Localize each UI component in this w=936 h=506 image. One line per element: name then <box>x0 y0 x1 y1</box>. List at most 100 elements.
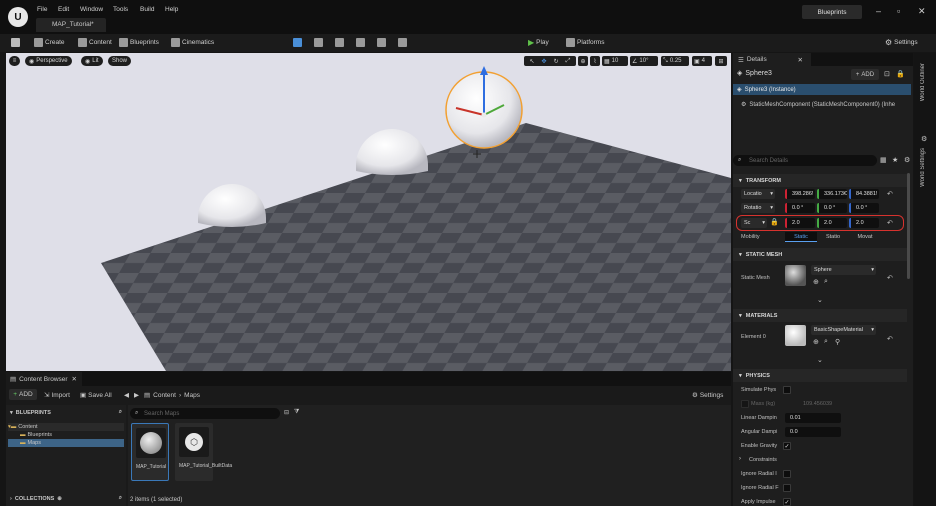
history-back-icon[interactable]: ◀ <box>124 391 129 399</box>
save-icon[interactable] <box>11 38 20 47</box>
cb-add-button[interactable]: + ADD <box>9 389 37 400</box>
transform-tools[interactable]: ↖ ✥ ↻ ⤢ <box>524 56 576 66</box>
rotation-x[interactable]: 0.0 ° <box>785 203 815 213</box>
details-scrollbar[interactable] <box>907 173 910 279</box>
constraints-label[interactable]: Constraints <box>749 457 777 463</box>
enable-gravity-checkbox[interactable]: ✓ <box>783 442 791 450</box>
rotate-tool-icon[interactable]: ↻ <box>554 58 559 65</box>
maximize-icon[interactable]: ▫ <box>897 6 900 16</box>
constraints-expand-icon[interactable]: › <box>739 456 741 462</box>
reset-scale-icon[interactable]: ↶ <box>887 219 893 227</box>
mass-override-checkbox[interactable] <box>741 400 749 408</box>
fracture-mode-icon[interactable] <box>398 38 407 47</box>
location-z[interactable]: 84.3881! <box>849 189 879 199</box>
asset-map-tutorial[interactable]: MAP_Tutorial <box>131 423 169 481</box>
angular-damping-input[interactable]: 0.0 <box>785 427 841 437</box>
browse-icon[interactable]: ⌕ <box>824 278 828 286</box>
mobility-static[interactable]: Static <box>785 232 817 242</box>
cb-settings-button[interactable]: ⚙ Settings <box>692 391 723 400</box>
settings-button[interactable]: ⚙ Settings <box>885 38 918 47</box>
reset-location-icon[interactable]: ↶ <box>887 190 893 198</box>
maximize-viewport-icon[interactable]: ⊞ <box>715 56 727 66</box>
static-mesh-dropdown[interactable]: Sphere ▾ <box>811 265 876 275</box>
asset-map-tutorial-builtdata[interactable]: ⬡ MAP_Tutorial_BuiltData <box>175 423 232 481</box>
world-space-icon[interactable]: ⊕ <box>578 56 588 66</box>
reset-material-icon[interactable]: ↶ <box>887 335 893 343</box>
component-root[interactable]: ◈ Sphere3 (Instance) <box>733 84 911 95</box>
rotation-dropdown[interactable]: Rotatio ▾ <box>741 203 775 213</box>
play-button[interactable]: ▶ Play <box>528 38 549 47</box>
expand-chevron-icon[interactable]: ⌄ <box>817 356 823 364</box>
platforms-button[interactable]: Platforms <box>566 38 604 47</box>
lit-button[interactable]: ◉ Lit <box>81 56 103 66</box>
angle-snap-button[interactable]: ∠ 10° <box>630 56 658 66</box>
details-search-input[interactable]: Search Details <box>733 155 877 166</box>
create-button[interactable]: Create <box>34 38 65 47</box>
blueprint-script-icon[interactable]: ⊡ <box>884 70 890 78</box>
scale-tool-icon[interactable]: ⤢ <box>566 58 571 65</box>
grid-snap-button[interactable]: ▦ 10 <box>602 56 628 66</box>
favorites-icon[interactable]: ★ <box>892 156 898 164</box>
select-mode-icon[interactable] <box>293 38 302 47</box>
ignore-radial-force-checkbox[interactable] <box>783 484 791 492</box>
use-selected-material-icon[interactable]: ⊕ <box>813 338 819 346</box>
close-cb-icon[interactable]: ✕ <box>72 375 77 383</box>
minimize-icon[interactable]: – <box>876 6 881 16</box>
menu-build[interactable]: Build <box>140 6 154 13</box>
tree-maps[interactable]: ▬ Maps <box>8 439 124 447</box>
material-dropdown[interactable]: BasicShapeMaterial ▾ <box>811 325 876 335</box>
close-details-icon[interactable]: ✕ <box>798 56 803 64</box>
save-search-icon[interactable]: ⊟ <box>284 409 289 416</box>
content-button[interactable]: Content <box>78 38 112 47</box>
scale-x[interactable]: 2.0 <box>785 218 815 228</box>
expand-chevron-icon[interactable]: ⌄ <box>817 296 823 304</box>
level-viewport[interactable]: ≡ ◉ Perspective ◉ Lit Show ↖ ✥ ↻ ⤢ ⊕ ⌇ ▦ 10 ∠ 1… <box>6 53 731 371</box>
linear-damping-input[interactable]: 0.01 <box>785 413 841 423</box>
rotation-z[interactable]: 0.0 ° <box>849 203 879 213</box>
blueprints-badge[interactable]: Blueprints <box>802 5 862 19</box>
mobility-movable[interactable]: Movat <box>849 234 881 240</box>
asset-search-input[interactable]: Search Maps <box>130 408 280 419</box>
details-settings-icon[interactable]: ⚙ <box>904 156 910 164</box>
component-item[interactable]: ⚙ StaticMeshComponent (StaticMeshComponen… <box>741 99 911 110</box>
scale-snap-button[interactable]: ⤡ 0.25 <box>661 56 689 66</box>
world-settings-icon[interactable]: ⚙ <box>921 135 927 143</box>
lock-details-icon[interactable]: 🔒 <box>896 70 905 78</box>
rotation-y[interactable]: 0.0 ° <box>817 203 847 213</box>
save-all-button[interactable]: ▣ Save All <box>80 391 112 400</box>
mobility-stationary[interactable]: Statio <box>817 234 849 240</box>
world-settings-tab[interactable]: World Settings <box>920 148 926 187</box>
history-forward-icon[interactable]: ▶ <box>134 391 139 399</box>
materials-section[interactable]: ▾ MATERIALS <box>733 309 907 322</box>
filter-icon[interactable]: ⧩ <box>294 409 299 416</box>
level-tab[interactable]: MAP_Tutorial* <box>36 18 106 32</box>
material-thumbnail[interactable] <box>785 325 806 346</box>
details-tab[interactable]: ☰ Details ✕ <box>733 53 811 66</box>
apply-impulse-checkbox[interactable]: ✓ <box>783 498 791 506</box>
location-y[interactable]: 336.173€ <box>817 189 847 199</box>
material-options-icon[interactable]: ⚲ <box>835 338 840 346</box>
gizmo-center[interactable] <box>481 112 487 118</box>
add-collection-icon[interactable]: ⊕ <box>57 496 62 502</box>
search-icon[interactable]: ⌕ <box>119 495 122 502</box>
scale-dropdown[interactable]: Sc ▾ <box>741 218 767 228</box>
actor-name[interactable]: Sphere3 <box>745 70 771 77</box>
modeling-mode-icon[interactable] <box>377 38 386 47</box>
world-outliner-tab[interactable]: World Outliner <box>920 63 926 101</box>
mobility-toggle[interactable]: Static Statio Movat <box>785 232 881 242</box>
use-selected-icon[interactable]: ⊕ <box>813 278 819 286</box>
simulate-physics-checkbox[interactable] <box>783 386 791 394</box>
location-x[interactable]: 398.286! <box>785 189 815 199</box>
collections-header[interactable]: › COLLECTIONS ⊕ ⌕ <box>10 495 122 502</box>
blueprints-button[interactable]: Blueprints <box>119 38 159 47</box>
cinematics-button[interactable]: Cinematics <box>171 38 214 47</box>
static-mesh-section[interactable]: ▾ STATIC MESH <box>733 248 907 261</box>
search-icon[interactable]: ⌕ <box>119 409 122 416</box>
show-button[interactable]: Show <box>108 56 132 66</box>
physics-section[interactable]: ▾ PHYSICS <box>733 369 907 382</box>
close-icon[interactable]: ✕ <box>918 6 926 17</box>
reset-mesh-icon[interactable]: ↶ <box>887 274 893 282</box>
scale-z[interactable]: 2.0 <box>849 218 879 228</box>
menu-file[interactable]: File <box>37 6 47 13</box>
breadcrumb-content[interactable]: Content <box>153 392 176 399</box>
